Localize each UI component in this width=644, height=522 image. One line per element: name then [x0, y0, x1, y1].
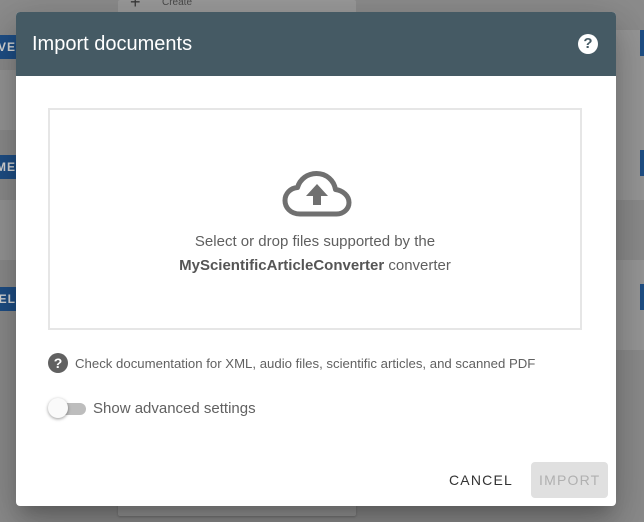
import-button[interactable]: IMPORT — [531, 462, 608, 498]
file-dropzone[interactable]: Select or drop files supported by the My… — [48, 108, 582, 330]
dropzone-instructions: Select or drop files supported by the — [194, 233, 436, 250]
background-left-panel — [0, 70, 16, 130]
dialog-actions: CANCEL IMPORT — [439, 462, 608, 498]
help-circle-icon: ? — [48, 353, 68, 373]
converter-name: MyScientificArticleConverter — [179, 257, 385, 274]
dropzone-converter-line: MyScientificArticleConverter converter — [50, 256, 580, 276]
help-icon[interactable]: ? — [578, 34, 598, 54]
background-left-panel — [0, 200, 16, 260]
toggle-thumb — [48, 398, 68, 418]
advanced-settings-toggle[interactable] — [48, 396, 86, 420]
converter-suffix: converter — [384, 257, 451, 274]
dialog-header: Import documents ? — [16, 12, 616, 76]
background-left-button: EL — [0, 287, 16, 311]
background-left-button: ME — [0, 155, 16, 179]
advanced-settings-label: Show advanced settings — [93, 399, 256, 417]
background-create-label: Create — [162, 0, 193, 8]
background-right-marker — [640, 150, 644, 176]
background-right-marker — [640, 284, 644, 310]
background-right-marker — [640, 30, 644, 56]
cloud-upload-icon — [282, 171, 352, 217]
background-left-button: VE — [0, 35, 16, 59]
documentation-text: Check documentation for XML, audio files… — [75, 355, 536, 371]
cancel-button[interactable]: CANCEL — [439, 462, 523, 498]
advanced-settings-toggle-row[interactable]: Show advanced settings — [48, 396, 256, 420]
documentation-link-row[interactable]: ? Check documentation for XML, audio fil… — [48, 352, 535, 374]
dialog-title: Import documents — [32, 33, 193, 55]
import-documents-dialog: Import documents ? Select or drop files … — [16, 12, 616, 506]
